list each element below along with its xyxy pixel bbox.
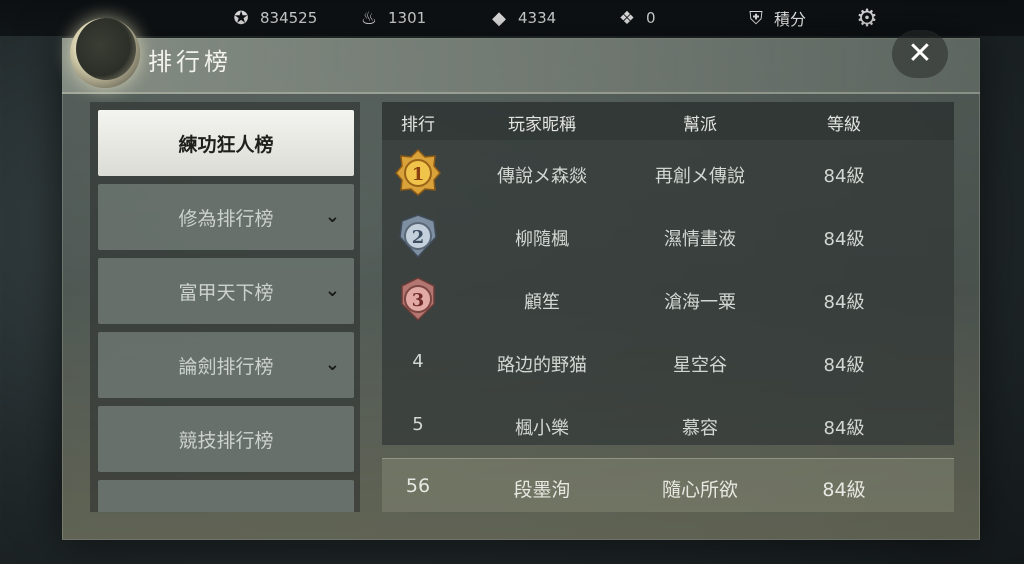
nav-item-training[interactable]: 練功狂人榜	[98, 110, 354, 176]
gold-medal-icon: 1	[395, 148, 441, 196]
close-button[interactable]: ✕	[892, 30, 948, 78]
moon-shadow	[76, 18, 136, 80]
ranking-table: 排行 玩家昵稱 幫派 等級 1 傳說メ森燚 再創メ傳說 84級 2 柳隨楓 濕情…	[382, 102, 954, 512]
score-button[interactable]: ⛨ 積分	[744, 4, 806, 32]
jade-counter[interactable]: ◆ 4334	[486, 4, 556, 32]
my-rank-row[interactable]: 56 段墨洵 隨心所欲 84級	[382, 458, 954, 512]
box-icon: ❖	[618, 7, 636, 29]
my-player-name: 段墨洵	[513, 479, 571, 501]
score-label: 積分	[774, 10, 807, 29]
table-row[interactable]: 2 柳隨楓 濕情畫液 84級	[382, 203, 954, 266]
nav-item-sword[interactable]: 論劍排行榜 ⌄	[98, 332, 354, 398]
player-level: 84級	[823, 292, 865, 313]
player-name: 楓小樂	[515, 418, 569, 439]
guild-name: 星空谷	[673, 355, 727, 376]
guild-name: 慕容	[682, 418, 718, 439]
chevron-down-icon: ⌄	[324, 206, 340, 227]
player-name: 傳說メ森燚	[497, 166, 587, 187]
table-row[interactable]: 1 傳說メ森燚 再創メ傳說 84級	[382, 140, 954, 203]
nav-item-label: 練功狂人榜	[178, 133, 274, 156]
svg-text:2: 2	[412, 227, 425, 248]
coin-value: 834525	[260, 9, 318, 27]
nav-item-wealth[interactable]: 富甲天下榜 ⌄	[98, 258, 354, 324]
silver-medal-icon: 2	[399, 214, 437, 259]
ingot-counter[interactable]: ♨ 1301	[356, 4, 426, 32]
bronze-medal-icon: 3	[401, 277, 435, 322]
player-name: 顧笙	[524, 292, 560, 313]
nav-item-label: 修為排行榜	[178, 207, 274, 230]
resource-bar: ✪ 834525 ♨ 1301 ◆ 4334 ❖ 0 ⛨ 積分 ⚙	[0, 0, 1024, 36]
player-level: 84級	[823, 166, 865, 187]
box-counter[interactable]: ❖ 0	[614, 4, 656, 32]
my-guild-name: 隨心所欲	[661, 479, 738, 501]
table-body: 1 傳說メ森燚 再創メ傳說 84級 2 柳隨楓 濕情畫液 84級 3 顧笙 滄海…	[382, 140, 954, 445]
svg-text:3: 3	[412, 290, 425, 311]
table-row[interactable]: 3 顧笙 滄海一粟 84級	[382, 266, 954, 329]
player-level: 84級	[823, 229, 865, 250]
nav-item-more[interactable]	[98, 480, 354, 512]
coin-counter[interactable]: ✪ 834525	[228, 4, 317, 32]
header-level: 等級	[827, 115, 861, 135]
ranking-category-nav: 練功狂人榜 修為排行榜 ⌄ 富甲天下榜 ⌄ 論劍排行榜 ⌄ 競技排行榜	[90, 102, 360, 512]
guild-name: 濕情畫液	[664, 229, 736, 250]
rank-number: 4	[412, 351, 424, 372]
guild-name: 滄海一粟	[664, 292, 736, 313]
my-player-level: 84級	[822, 479, 866, 501]
nav-item-label: 論劍排行榜	[178, 355, 274, 378]
nav-item-arena[interactable]: 競技排行榜	[98, 406, 354, 472]
player-name: 路边的野猫	[497, 355, 587, 376]
guild-name: 再創メ傳說	[655, 166, 745, 187]
jade-icon: ◆	[492, 7, 506, 29]
player-name: 柳隨楓	[515, 229, 569, 250]
settings-icon[interactable]: ⚙	[852, 3, 882, 33]
player-level: 84級	[823, 355, 865, 376]
shield-icon: ⛨	[749, 7, 763, 29]
table-row[interactable]: 4 路边的野猫 星空谷 84級	[382, 329, 954, 392]
ingot-icon: ♨	[360, 7, 378, 29]
header-guild: 幫派	[683, 115, 717, 135]
nav-item-label: 富甲天下榜	[178, 281, 274, 304]
ingot-value: 1301	[388, 9, 427, 27]
svg-text:1: 1	[412, 164, 425, 185]
my-rank-number: 56	[405, 475, 431, 497]
header-name: 玩家昵稱	[508, 115, 576, 135]
player-level: 84級	[823, 418, 865, 439]
header-rank: 排行	[401, 115, 435, 135]
table-header: 排行 玩家昵稱 幫派 等級	[382, 102, 954, 140]
coin-icon: ✪	[233, 7, 249, 29]
rank-number: 5	[412, 414, 424, 435]
jade-value: 4334	[518, 9, 557, 27]
nav-item-cultivation[interactable]: 修為排行榜 ⌄	[98, 184, 354, 250]
table-row[interactable]: 5 楓小樂 慕容 84級	[382, 392, 954, 455]
nav-item-label: 競技排行榜	[178, 429, 274, 452]
chevron-down-icon: ⌄	[324, 354, 340, 375]
chevron-down-icon: ⌄	[324, 280, 340, 301]
box-value: 0	[646, 9, 656, 27]
page-title: 排行榜	[148, 48, 232, 76]
